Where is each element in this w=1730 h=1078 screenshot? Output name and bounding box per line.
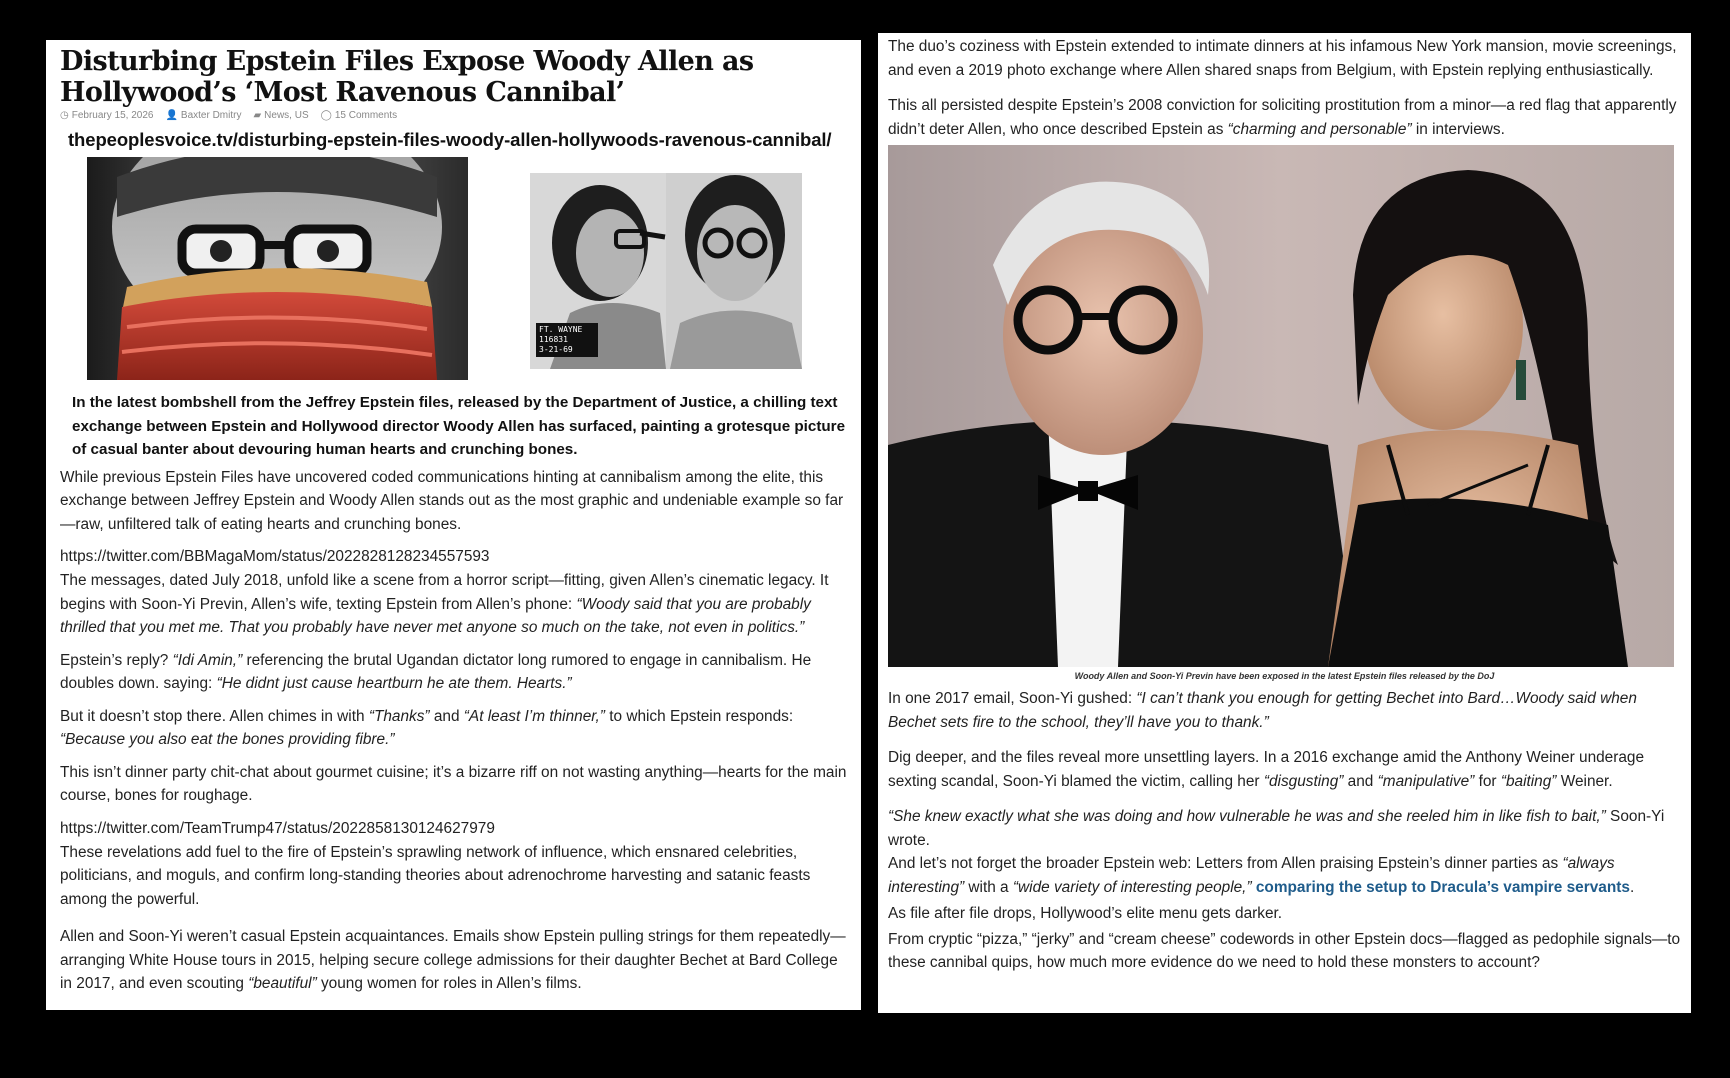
couple-photo: [888, 145, 1674, 667]
p4-a: But it doesn’t stop there. Allen chimes …: [60, 707, 369, 725]
lead-paragraph: In the latest bombshell from the Jeffrey…: [72, 394, 846, 458]
right-paragraph-8: From cryptic “pizza,” “jerky” and “cream…: [888, 930, 1681, 972]
right-paragraph-4: Dig deeper, and the files reveal more un…: [888, 746, 1681, 793]
article-categories[interactable]: News, US: [264, 110, 308, 121]
p4-q2: “At least I’m thinner,”: [463, 707, 605, 725]
comment-icon: ◯: [320, 110, 332, 121]
dracula-link[interactable]: comparing the setup to Dracula’s vampire…: [1256, 879, 1630, 896]
p4-q3: “Because you also eat the bones providin…: [60, 731, 395, 748]
clock-icon: ◷: [60, 110, 69, 121]
p3-q2: “He didnt just cause heartburn he ate th…: [216, 675, 572, 692]
r6-q2: “wide variety of interesting people,”: [1012, 878, 1252, 896]
article-date: February 15, 2026: [71, 110, 154, 121]
right-paragraph-1: The duo’s coziness with Epstein extended…: [888, 38, 1677, 79]
header-images: FT. WAYNE 116831 3-21-69: [60, 157, 849, 385]
comments-meta[interactable]: ◯ 15 Comments: [321, 110, 397, 121]
p3-q1: “Idi Amin,”: [172, 651, 243, 669]
r2-q: “charming and personable”: [1227, 120, 1412, 138]
r4-q2: “manipulative”: [1377, 772, 1475, 790]
r4-d: Weiner.: [1556, 772, 1613, 790]
r6-a: And let’s not forget the broader Epstein…: [888, 855, 1563, 872]
r4-q3: “baiting”: [1500, 772, 1557, 790]
right-paragraph-7: As file after file drops, Hollywood’s el…: [888, 905, 1283, 922]
p4-b: and: [429, 707, 464, 725]
article-url: thepeoplesvoice.tv/disturbing-epstein-fi…: [68, 129, 832, 150]
left-screenshot-panel: Disturbing Epstein Files Expose Woody Al…: [46, 40, 861, 1010]
paragraph-6: These revelations add fuel to the fire o…: [60, 843, 811, 908]
right-screenshot-panel: The duo’s coziness with Epstein extended…: [878, 33, 1691, 1013]
article-meta: ◷ February 15, 2026 👤 Baxter Dmitry ▰ News,…: [60, 110, 849, 121]
mugshot-placard: FT. WAYNE 116831 3-21-69: [536, 323, 598, 357]
r6-c: .: [1629, 878, 1635, 896]
paragraph-2: The messages, dated July 2018, unfold li…: [60, 569, 849, 640]
r2-b: in interviews.: [1411, 120, 1505, 138]
r4-q1: “disgusting”: [1263, 772, 1344, 790]
placard-line-date: 3-21-69: [539, 345, 573, 354]
user-icon: 👤: [165, 110, 178, 121]
article-comments[interactable]: 15 Comments: [335, 110, 397, 121]
r3-a: In one 2017 email, Soon-Yi gushed:: [888, 690, 1137, 707]
article-title: Disturbing Epstein Files Expose Woody Al…: [60, 46, 754, 108]
r4-b: and: [1343, 772, 1378, 790]
article-author[interactable]: Baxter Dmitry: [181, 110, 242, 121]
right-paragraph-5: “She knew exactly what she was doing and…: [888, 805, 1681, 852]
p7-b: young women for roles in Allen’s films.: [316, 975, 582, 992]
tweet-link-1[interactable]: https://twitter.com/BBMagaMom/status/202…: [60, 545, 849, 569]
category-meta[interactable]: ▰ News, US: [253, 110, 308, 121]
date-meta: ◷ February 15, 2026: [60, 110, 153, 121]
r6-b: with a: [964, 878, 1013, 896]
p4-q1: “Thanks”: [368, 707, 430, 725]
sandwich-photo: [87, 157, 468, 380]
p7-q: “beautiful”: [248, 975, 317, 992]
photo-caption: Woody Allen and Soon-Yi Previn have been…: [1074, 671, 1495, 681]
paragraph-5: This isn’t dinner party chit-chat about …: [60, 763, 847, 805]
paragraph-3: Epstein’s reply? “Idi Amin,” referencing…: [60, 649, 849, 696]
r4-c: for: [1474, 772, 1501, 790]
tweet-link-2[interactable]: https://twitter.com/TeamTrump47/status/2…: [60, 817, 849, 841]
paragraph-4: But it doesn’t stop there. Allen chimes …: [60, 705, 849, 752]
placard-line-city: FT. WAYNE: [539, 325, 583, 334]
author-meta[interactable]: 👤 Baxter Dmitry: [165, 110, 241, 121]
p4-c: to which Epstein responds:: [604, 707, 794, 725]
right-paragraph-6: And let’s not forget the broader Epstein…: [888, 852, 1681, 899]
right-paragraph-3: In one 2017 email, Soon-Yi gushed: “I ca…: [888, 687, 1681, 734]
r5-q: “She knew exactly what she was doing and…: [888, 808, 1606, 825]
mugshot-photo: FT. WAYNE 116831 3-21-69: [530, 173, 802, 369]
right-paragraph-2: This all persisted despite Epstein’s 200…: [888, 94, 1681, 141]
paragraph-7: Allen and Soon-Yi weren’t casual Epstein…: [60, 925, 849, 996]
folder-icon: ▰: [253, 110, 262, 121]
placard-line-number: 116831: [539, 335, 568, 344]
paragraph-1: While previous Epstein Files have uncove…: [60, 468, 844, 533]
p3-a: Epstein’s reply?: [60, 651, 173, 669]
